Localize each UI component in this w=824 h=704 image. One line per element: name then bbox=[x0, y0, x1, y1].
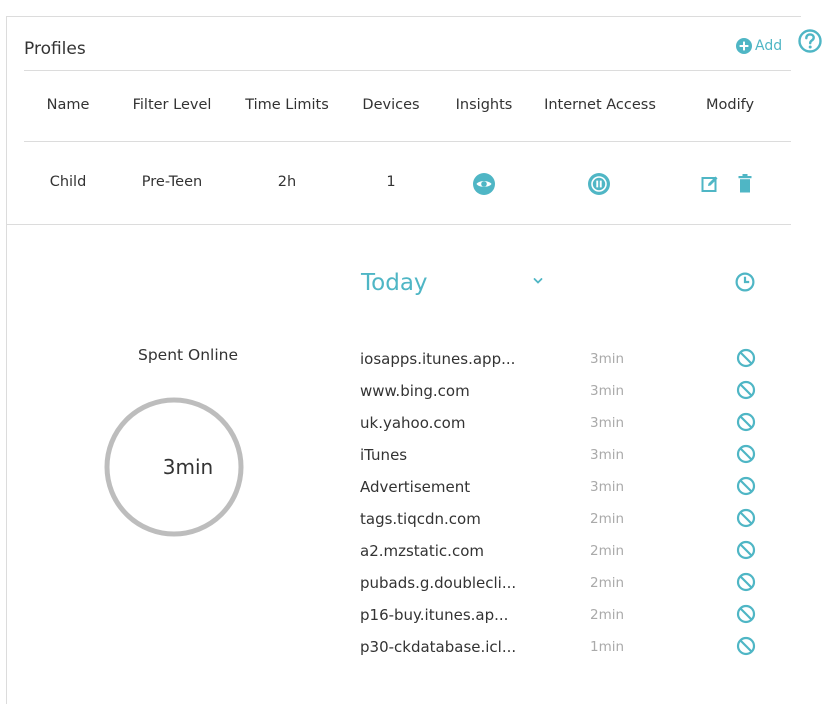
eye-icon[interactable] bbox=[472, 172, 496, 196]
spent-online-value: 3min bbox=[162, 455, 214, 479]
spent-online-label: Spent Online bbox=[137, 346, 239, 364]
help-icon[interactable] bbox=[797, 28, 823, 54]
site-name: a2.mzstatic.com bbox=[360, 542, 484, 560]
site-duration: 3min bbox=[590, 383, 625, 399]
header-internet-access: Internet Access bbox=[544, 97, 656, 113]
site-duration: 2min bbox=[590, 607, 625, 623]
header-modify: Modify bbox=[705, 97, 755, 113]
site-duration: 3min bbox=[590, 479, 625, 495]
site-duration: 2min bbox=[590, 543, 625, 559]
header-name: Name bbox=[46, 97, 90, 113]
cell-name: Child bbox=[49, 174, 87, 190]
site-duration: 2min bbox=[590, 511, 625, 527]
add-profile-button[interactable]: Add bbox=[736, 38, 782, 54]
site-name: pubads.g.doublecli... bbox=[360, 574, 517, 592]
block-icon[interactable] bbox=[736, 572, 756, 592]
site-name: iTunes bbox=[360, 446, 408, 464]
site-duration: 3min bbox=[590, 415, 625, 431]
header-filter-level: Filter Level bbox=[132, 97, 212, 113]
clock-icon[interactable] bbox=[735, 272, 755, 292]
edit-icon[interactable] bbox=[701, 175, 719, 193]
pause-icon[interactable] bbox=[587, 172, 611, 196]
header-time-limits: Time Limits bbox=[245, 97, 329, 113]
cell-time-limits: 2h bbox=[277, 174, 297, 190]
site-name: p16-buy.itunes.ap... bbox=[360, 606, 509, 624]
site-name: p30-ckdatabase.icl... bbox=[360, 638, 517, 656]
block-icon[interactable] bbox=[736, 508, 756, 528]
header-devices: Devices bbox=[362, 97, 420, 113]
site-name: iosapps.itunes.app... bbox=[360, 350, 516, 368]
site-name: tags.tiqcdn.com bbox=[360, 510, 481, 528]
row-divider bbox=[6, 224, 791, 225]
header-divider bbox=[24, 141, 791, 142]
site-duration: 3min bbox=[590, 447, 625, 463]
site-duration: 1min bbox=[590, 639, 625, 655]
cell-filter-level: Pre-Teen bbox=[141, 174, 203, 190]
site-name: uk.yahoo.com bbox=[360, 414, 466, 432]
block-icon[interactable] bbox=[736, 380, 756, 400]
page-title: Profiles bbox=[24, 39, 86, 59]
site-duration: 2min bbox=[590, 575, 625, 591]
block-icon[interactable] bbox=[736, 604, 756, 624]
add-label: Add bbox=[755, 38, 783, 54]
block-icon[interactable] bbox=[736, 348, 756, 368]
block-icon[interactable] bbox=[736, 412, 756, 432]
site-name: www.bing.com bbox=[360, 382, 470, 400]
plus-circle-icon bbox=[736, 38, 752, 54]
trash-icon[interactable] bbox=[738, 174, 752, 193]
title-divider bbox=[24, 70, 791, 71]
site-duration: 3min bbox=[590, 351, 625, 367]
block-icon[interactable] bbox=[736, 636, 756, 656]
period-select[interactable]: Today bbox=[361, 270, 428, 296]
block-icon[interactable] bbox=[736, 444, 756, 464]
block-icon[interactable] bbox=[736, 540, 756, 560]
cell-devices: 1 bbox=[386, 174, 396, 190]
header-insights: Insights bbox=[455, 97, 513, 113]
block-icon[interactable] bbox=[736, 476, 756, 496]
site-name: Advertisement bbox=[360, 478, 471, 496]
chevron-down-icon[interactable] bbox=[531, 276, 545, 286]
